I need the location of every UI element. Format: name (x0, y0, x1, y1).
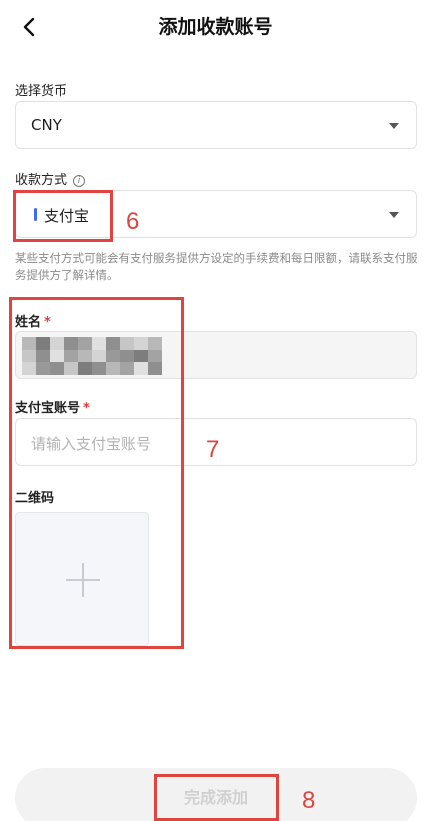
info-icon[interactable]: i (73, 175, 86, 187)
annotation-box-6 (13, 190, 113, 242)
currency-select[interactable]: CNY (15, 101, 417, 149)
header: 添加收款账号 (0, 0, 431, 52)
currency-label: 选择货币 (15, 84, 68, 99)
annotation-number-8: 8 (302, 787, 316, 814)
annotation-box-8 (154, 774, 279, 821)
annotation-number-6: 6 (126, 208, 140, 235)
annotation-box-7 (9, 297, 184, 649)
caret-down-icon (389, 123, 399, 129)
payment-method-label: 收款方式 i (15, 169, 86, 188)
payment-method-note: 某些支付方式可能会有支付服务提供方设定的手续费和每日限额，请联系支付服务提供方了… (15, 251, 418, 282)
page-title: 添加收款账号 (158, 16, 273, 38)
annotation-number-7: 7 (206, 436, 220, 463)
payment-method-label-text: 收款方式 (15, 173, 68, 188)
currency-value: CNY (31, 116, 62, 134)
caret-down-icon (389, 212, 399, 218)
